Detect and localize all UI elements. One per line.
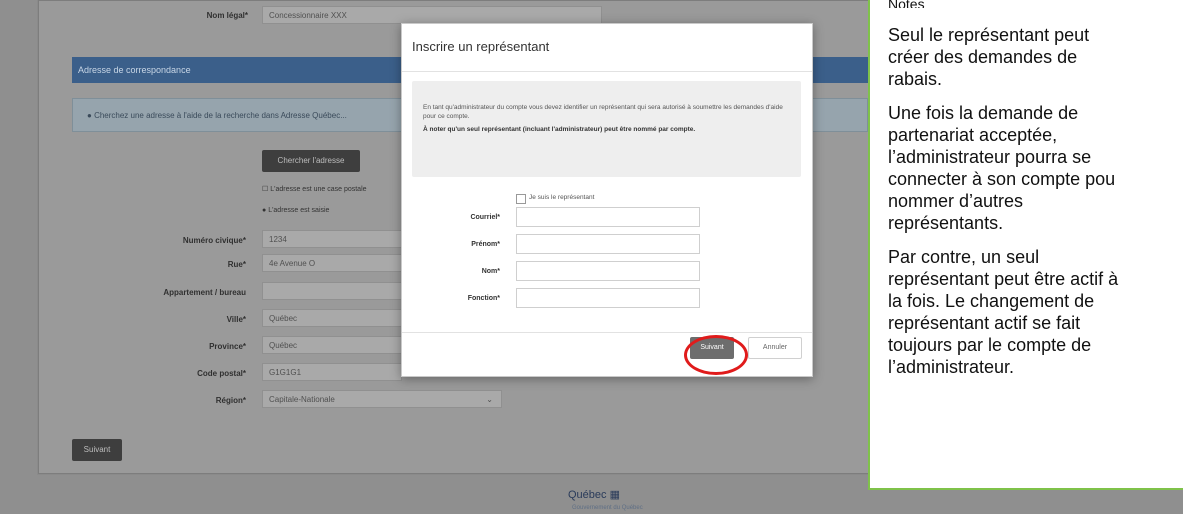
info-banner-text: Cherchez une adresse à l'aide de la rech… bbox=[94, 111, 347, 120]
region-select-value: Capitale-Nationale bbox=[269, 395, 335, 404]
field-label-apartment: Appartement / bureau bbox=[163, 288, 246, 297]
note-line: créer des demandes de bbox=[888, 47, 1078, 67]
quebec-logo: Québec ▦ bbox=[568, 488, 620, 501]
register-representative-modal: Inscrire un représentant En tant qu'admi… bbox=[401, 23, 813, 377]
chevron-down-icon: ⌄ bbox=[486, 395, 493, 404]
search-address-button[interactable]: Chercher l'adresse bbox=[262, 150, 360, 172]
first-name-label: Prénom* bbox=[471, 241, 500, 248]
field-label-civic: Numéro civique* bbox=[182, 236, 246, 245]
self-representative-checkbox[interactable] bbox=[516, 194, 526, 204]
note-line: nommer d’autres bbox=[888, 191, 1024, 211]
note-line: Seul le représentant peut bbox=[888, 25, 1090, 45]
footer-subtitle: Gouvernement du Québec bbox=[572, 505, 643, 511]
email-field[interactable] bbox=[516, 207, 700, 227]
cancel-button[interactable]: Annuler bbox=[748, 337, 802, 359]
email-label: Courriel* bbox=[470, 214, 500, 221]
field-label-postal: Code postal* bbox=[197, 369, 246, 378]
flag-icon: ▦ bbox=[609, 489, 620, 501]
info-icon: ● bbox=[87, 111, 95, 120]
field-label-street: Rue* bbox=[227, 260, 246, 269]
modal-info-box: En tant qu'administrateur du compte vous… bbox=[412, 81, 801, 177]
note-line: l’administrateur pourra se bbox=[888, 147, 1092, 167]
province-field[interactable]: Québec bbox=[262, 336, 402, 354]
last-name-field[interactable] bbox=[516, 261, 700, 281]
submit-button[interactable]: Suivant bbox=[72, 439, 122, 461]
region-select[interactable]: Capitale-Nationale ⌄ bbox=[262, 390, 502, 408]
self-representative-label: Je suis le représentant bbox=[529, 194, 595, 201]
note-panel: Notes Seul le représentant peut créer de… bbox=[868, 0, 1183, 490]
note-line: rabais. bbox=[888, 69, 943, 89]
legal-name-field[interactable]: Concessionnaire XXX bbox=[262, 6, 602, 24]
divider bbox=[402, 71, 812, 72]
postal-code-field[interactable]: G1G1G1 bbox=[262, 363, 402, 381]
legal-name-label: Nom légal* bbox=[206, 11, 248, 20]
address-radio[interactable]: ● L'adresse est saisie bbox=[262, 207, 329, 214]
note-paragraph: Par contre, un seul représentant peut êt… bbox=[888, 246, 1183, 378]
note-line: représentants. bbox=[888, 213, 1004, 233]
address-radio-label: L'adresse est saisie bbox=[268, 207, 330, 214]
note-text: Seul le représentant peut créer des dema… bbox=[888, 24, 1183, 390]
note-line: partenariat acceptée, bbox=[888, 125, 1058, 145]
quebec-logo-text: Québec bbox=[568, 489, 607, 501]
modal-title: Inscrire un représentant bbox=[412, 39, 550, 54]
po-box-checkbox[interactable]: ☐ L'adresse est une case postale bbox=[262, 185, 367, 193]
note-line: représentant peut être actif à bbox=[888, 269, 1119, 289]
civic-number-field[interactable]: 1234 bbox=[262, 230, 402, 248]
field-label-city: Ville* bbox=[226, 315, 246, 324]
highlight-circle bbox=[684, 335, 748, 375]
po-box-checkbox-label: L'adresse est une case postale bbox=[270, 186, 367, 193]
note-line: toujours par le compte de bbox=[888, 335, 1092, 355]
note-line: Par contre, un seul bbox=[888, 247, 1040, 267]
city-field[interactable]: Québec bbox=[262, 309, 402, 327]
field-label-province: Province* bbox=[209, 342, 246, 351]
note-line: représentant actif se fait bbox=[888, 313, 1081, 333]
last-name-label: Nom* bbox=[481, 268, 500, 275]
note-line: Une fois la demande de bbox=[888, 103, 1079, 123]
note-paragraph: Seul le représentant peut créer des dema… bbox=[888, 24, 1183, 90]
function-label: Fonction* bbox=[467, 295, 500, 302]
note-line: la fois. Le changement de bbox=[888, 291, 1095, 311]
divider bbox=[402, 332, 812, 333]
function-field[interactable] bbox=[516, 288, 700, 308]
field-label-region: Région* bbox=[215, 396, 246, 405]
modal-info-note: À noter qu'un seul représentant (incluan… bbox=[423, 126, 696, 133]
street-field[interactable]: 4e Avenue O bbox=[262, 254, 402, 272]
modal-info-text: En tant qu'administrateur du compte vous… bbox=[423, 104, 783, 120]
note-paragraph: Une fois la demande de partenariat accep… bbox=[888, 102, 1183, 234]
note-header: Notes bbox=[888, 0, 925, 8]
note-line: connecter à son compte pou bbox=[888, 169, 1116, 189]
first-name-field[interactable] bbox=[516, 234, 700, 254]
note-line: l’administrateur. bbox=[888, 357, 1015, 377]
apartment-field[interactable] bbox=[262, 282, 402, 300]
